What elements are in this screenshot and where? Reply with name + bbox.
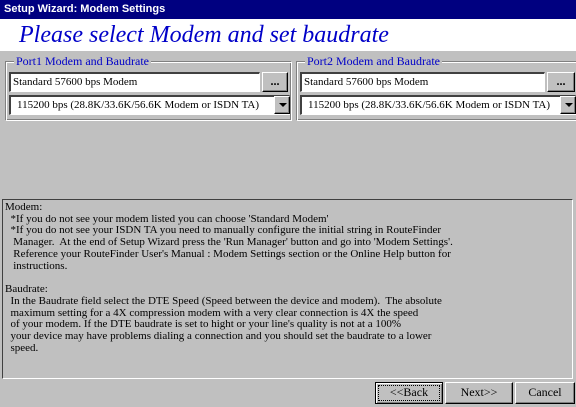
port2-baudrate-value: 115200 bps (28.8K/33.6K/56.6K Modem or I… xyxy=(308,99,551,111)
window-title: Setup Wizard: Modem Settings xyxy=(0,0,576,19)
next-button[interactable]: Next>> xyxy=(445,382,513,404)
back-button[interactable]: <<Back xyxy=(375,382,443,404)
port2-browse-button[interactable]: ... xyxy=(547,72,575,92)
port1-legend: Port1 Modem and Baudrate xyxy=(14,53,151,69)
help-text-panel: Modem: *If you do not see your modem lis… xyxy=(2,199,573,379)
port2-baudrate-dropdown-button[interactable] xyxy=(560,96,576,114)
port1-browse-button[interactable]: ... xyxy=(262,72,288,92)
baudrate-help-line: your device may have problems dialing a … xyxy=(5,330,432,343)
port1-group: Port1 Modem and Baudrate Standard 57600 … xyxy=(5,53,292,121)
port1-baudrate-dropdown-button[interactable] xyxy=(274,96,290,114)
port2-legend: Port2 Modem and Baudrate xyxy=(305,53,442,69)
port1-baudrate-value: 115200 bps (28.8K/33.6K/56.6K Modem or I… xyxy=(17,99,260,111)
page-title: Please select Modem and set baudrate xyxy=(0,19,576,51)
baudrate-help-line: speed. xyxy=(5,341,39,354)
chevron-down-icon xyxy=(565,103,573,107)
modem-help-line: Reference your RouteFinder User's Manual… xyxy=(5,247,451,260)
port1-baudrate-select[interactable]: 115200 bps (28.8K/33.6K/56.6K Modem or I… xyxy=(9,95,290,115)
modem-help-heading: Modem: xyxy=(5,201,43,213)
modem-help-line: instructions. xyxy=(5,259,68,272)
port2-group: Port2 Modem and Baudrate Standard 57600 … xyxy=(296,53,576,121)
port2-modem-field[interactable]: Standard 57600 bps Modem xyxy=(300,72,545,92)
cancel-button[interactable]: Cancel xyxy=(515,382,575,404)
port1-modem-field[interactable]: Standard 57600 bps Modem xyxy=(9,72,260,92)
port2-baudrate-select[interactable]: 115200 bps (28.8K/33.6K/56.6K Modem or I… xyxy=(300,95,576,115)
chevron-down-icon xyxy=(279,103,287,107)
baudrate-help-line: In the Baudrate field select the DTE Spe… xyxy=(5,294,442,307)
